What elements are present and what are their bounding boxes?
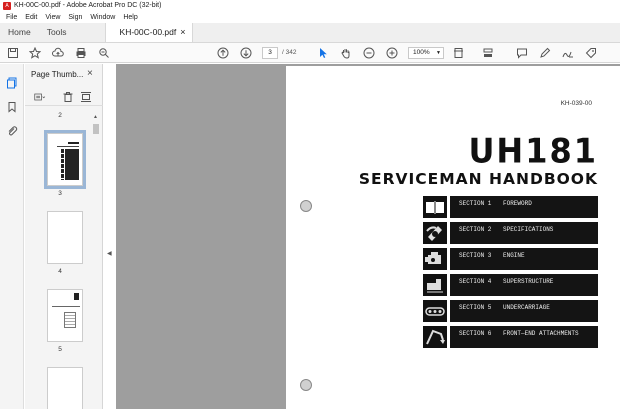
section-row: SECTION 2 SPECIFICATIONS [450, 222, 598, 244]
menu-file[interactable]: File [2, 12, 21, 23]
superstructure-icon [423, 274, 447, 296]
page-total: / 342 [282, 49, 297, 56]
sign-icon[interactable] [561, 46, 575, 60]
hand-tool-icon[interactable] [339, 46, 353, 60]
thumbnail-page-4[interactable] [47, 211, 83, 264]
menu-window[interactable]: Window [86, 12, 119, 23]
page-layout-icon[interactable] [452, 46, 466, 60]
menu-edit[interactable]: Edit [21, 12, 41, 23]
section-row: SECTION 3 ENGINE [450, 248, 598, 270]
panel-toolbar [25, 88, 103, 106]
chevron-down-icon: ▼ [436, 50, 441, 56]
document-title: UH181 [468, 131, 598, 171]
section-number: SECTION 2 [459, 226, 492, 233]
page-number-input[interactable]: 3 [262, 47, 278, 59]
tab-document[interactable]: KH-00C-00.pdf × [104, 23, 193, 42]
save-icon[interactable] [6, 46, 20, 60]
binder-hole [300, 200, 312, 212]
section-name: FOREWORD [503, 200, 532, 207]
engine-icon [423, 248, 447, 270]
thumbnail-label: 2 [58, 112, 62, 119]
thumbnail-label: 5 [58, 346, 62, 353]
section-name: ENGINE [503, 252, 525, 259]
zoom-level-value: 100% [413, 49, 430, 56]
section-row: SECTION 5 UNDERCARRIAGE [450, 300, 598, 322]
zoom-level-select[interactable]: 100% ▼ [408, 47, 444, 59]
document-subtitle: SERVICEMAN HANDBOOK [358, 170, 598, 188]
section-name: SUPERSTRUCTURE [503, 278, 554, 285]
tab-tools[interactable]: Tools [39, 23, 75, 42]
document-view[interactable]: KH-039-00 UH181 SERVICEMAN HANDBOOK SECT… [116, 64, 620, 409]
scrollbar-thumb[interactable] [93, 124, 99, 134]
tab-home[interactable]: Home [0, 23, 39, 42]
bookmarks-icon[interactable] [5, 100, 19, 114]
thumbnail-scrollbar[interactable]: ▲ [92, 112, 100, 409]
menu-view[interactable]: View [41, 12, 64, 23]
page-thumbnails-icon[interactable] [5, 76, 19, 90]
zoom-search-icon[interactable] [97, 46, 111, 60]
pdf-page: KH-039-00 UH181 SERVICEMAN HANDBOOK SECT… [286, 66, 620, 409]
title-bar: A KH-00C-00.pdf - Adobe Acrobat Pro DC (… [0, 0, 620, 12]
next-page-icon[interactable] [239, 46, 253, 60]
chevron-left-icon[interactable]: ◀ [107, 250, 112, 257]
close-panel-icon[interactable]: × [87, 68, 93, 79]
undercarriage-icon [423, 300, 447, 322]
collapse-panel-handle[interactable]: ◀ [104, 64, 116, 409]
section-number: SECTION 4 [459, 278, 492, 285]
thumbnail-label: 4 [58, 268, 62, 275]
comment-icon[interactable] [515, 46, 529, 60]
menu-help[interactable]: Help [119, 12, 141, 23]
scroll-up-icon[interactable]: ▲ [93, 114, 98, 120]
section-number: SECTION 6 [459, 330, 492, 337]
fit-pages-icon[interactable] [79, 90, 93, 104]
previous-page-icon[interactable] [216, 46, 230, 60]
thumbnail-options-icon[interactable] [31, 90, 49, 104]
section-number: SECTION 5 [459, 304, 492, 311]
thumbnail-page-3[interactable] [44, 130, 86, 189]
document-number: KH-039-00 [560, 100, 592, 107]
bookmark-star-icon[interactable] [28, 46, 42, 60]
navigation-rail [0, 64, 24, 409]
menu-bar: File Edit View Sign Window Help [0, 12, 620, 23]
zoom-out-icon[interactable] [362, 46, 376, 60]
section-number: SECTION 1 [459, 200, 492, 207]
attachments-icon [423, 326, 447, 348]
close-tab-icon[interactable]: × [180, 23, 185, 42]
section-name: UNDERCARRIAGE [503, 304, 550, 311]
section-name: FRONT—END ATTACHMENTS [503, 330, 579, 337]
thumbnail-list: 2 3 4 5 [25, 108, 95, 409]
acrobat-icon: A [3, 2, 11, 10]
binder-hole [300, 379, 312, 391]
section-row: SECTION 6 FRONT—END ATTACHMENTS [450, 326, 598, 348]
select-cursor-icon[interactable] [316, 46, 330, 60]
highlight-pen-icon[interactable] [538, 46, 552, 60]
section-name: SPECIFICATIONS [503, 226, 554, 233]
zoom-in-icon[interactable] [385, 46, 399, 60]
thumbnail-label: 3 [58, 190, 62, 197]
panel-title: Page Thumb... [31, 70, 84, 79]
section-number: SECTION 3 [459, 252, 492, 259]
scroll-mode-icon[interactable] [481, 46, 495, 60]
book-icon [423, 196, 447, 218]
menu-sign[interactable]: Sign [64, 12, 86, 23]
tab-document-label: KH-00C-00.pdf [119, 27, 177, 37]
thumbnail-page-6[interactable] [47, 367, 83, 409]
upload-cloud-icon[interactable] [51, 46, 65, 60]
delete-page-icon[interactable] [61, 90, 75, 104]
specifications-icon [423, 222, 447, 244]
window-title: KH-00C-00.pdf - Adobe Acrobat Pro DC (32… [14, 2, 162, 9]
tab-bar: Home Tools KH-00C-00.pdf × [0, 23, 620, 43]
fill-sign-icon[interactable] [584, 46, 598, 60]
print-icon[interactable] [74, 46, 88, 60]
toolbar: 3 / 342 100% ▼ [0, 43, 620, 63]
attachments-paperclip-icon[interactable] [5, 124, 19, 138]
thumbnail-page-5[interactable] [47, 289, 83, 342]
section-row: SECTION 4 SUPERSTRUCTURE [450, 274, 598, 296]
section-row: SECTION 1 FOREWORD [450, 196, 598, 218]
